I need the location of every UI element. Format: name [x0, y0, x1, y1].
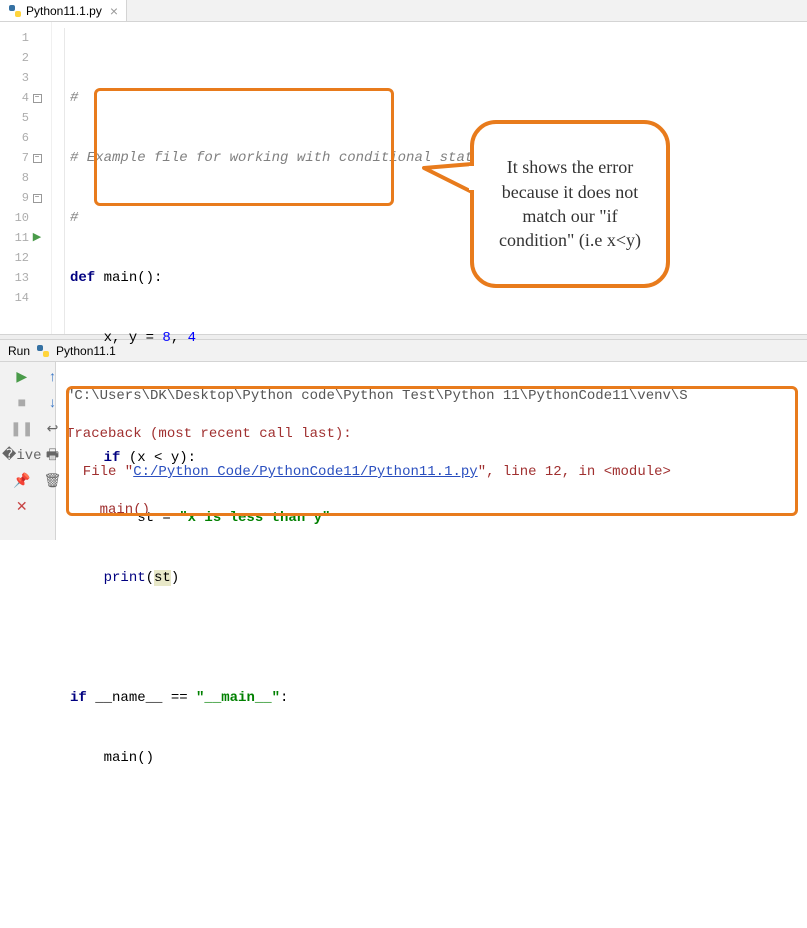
editor-tab-bar: Python11.1.py ×: [0, 0, 807, 22]
python-file-icon: [36, 344, 50, 358]
file-tab[interactable]: Python11.1.py ×: [0, 0, 127, 21]
run-panel: ▶ ↑ ■ ↓ ❚❚ ↩ �ive 🖶 📌 🗑 ✕ "C:\Users\DK\D…: [0, 362, 807, 540]
traceback-link[interactable]: C:/Python Code/PythonCode11/Python11.1.p…: [133, 464, 477, 480]
pin-button[interactable]: 📌: [2, 470, 42, 494]
fold-end-icon[interactable]: −: [33, 194, 42, 203]
pause-button[interactable]: ❚❚: [2, 418, 42, 442]
exit-button[interactable]: �ive: [2, 444, 42, 468]
callout-text: It shows the error because it does not m…: [486, 155, 654, 252]
fold-icon[interactable]: −: [33, 94, 42, 103]
rerun-button[interactable]: ▶: [2, 366, 42, 390]
traceback-frame: File "C:/Python Code/PythonCode11/Python…: [66, 463, 797, 482]
python-file-icon: [8, 4, 22, 18]
traceback-frame: File "C:/Python Code/PythonCode11/Python…: [66, 539, 797, 540]
run-label: Run: [8, 344, 30, 358]
fold-icon[interactable]: −: [33, 154, 42, 163]
console-output[interactable]: "C:\Users\DK\Desktop\Python code\Python …: [56, 362, 807, 540]
code-editor[interactable]: 1 2 3 4− 5 6 7− 8 9− 10 11▶ 12 13 14 # #…: [0, 22, 807, 334]
tab-filename: Python11.1.py: [26, 4, 102, 18]
gutter: 1 2 3 4− 5 6 7− 8 9− 10 11▶ 12 13 14: [0, 22, 52, 334]
stop-button[interactable]: ■: [2, 392, 42, 416]
traceback-header: Traceback (most recent call last):: [66, 425, 797, 444]
close-run-button[interactable]: ✕: [2, 496, 42, 520]
run-gutter-icon[interactable]: ▶: [33, 228, 41, 248]
interpreter-path: "C:\Users\DK\Desktop\Python code\Python …: [66, 387, 797, 406]
traceback-call: main(): [66, 501, 797, 520]
close-icon[interactable]: ×: [110, 3, 118, 19]
annotation-callout: It shows the error because it does not m…: [470, 120, 670, 288]
run-toolbar: ▶ ↑ ■ ↓ ❚❚ ↩ �ive 🖶 📌 🗑 ✕: [0, 362, 56, 540]
